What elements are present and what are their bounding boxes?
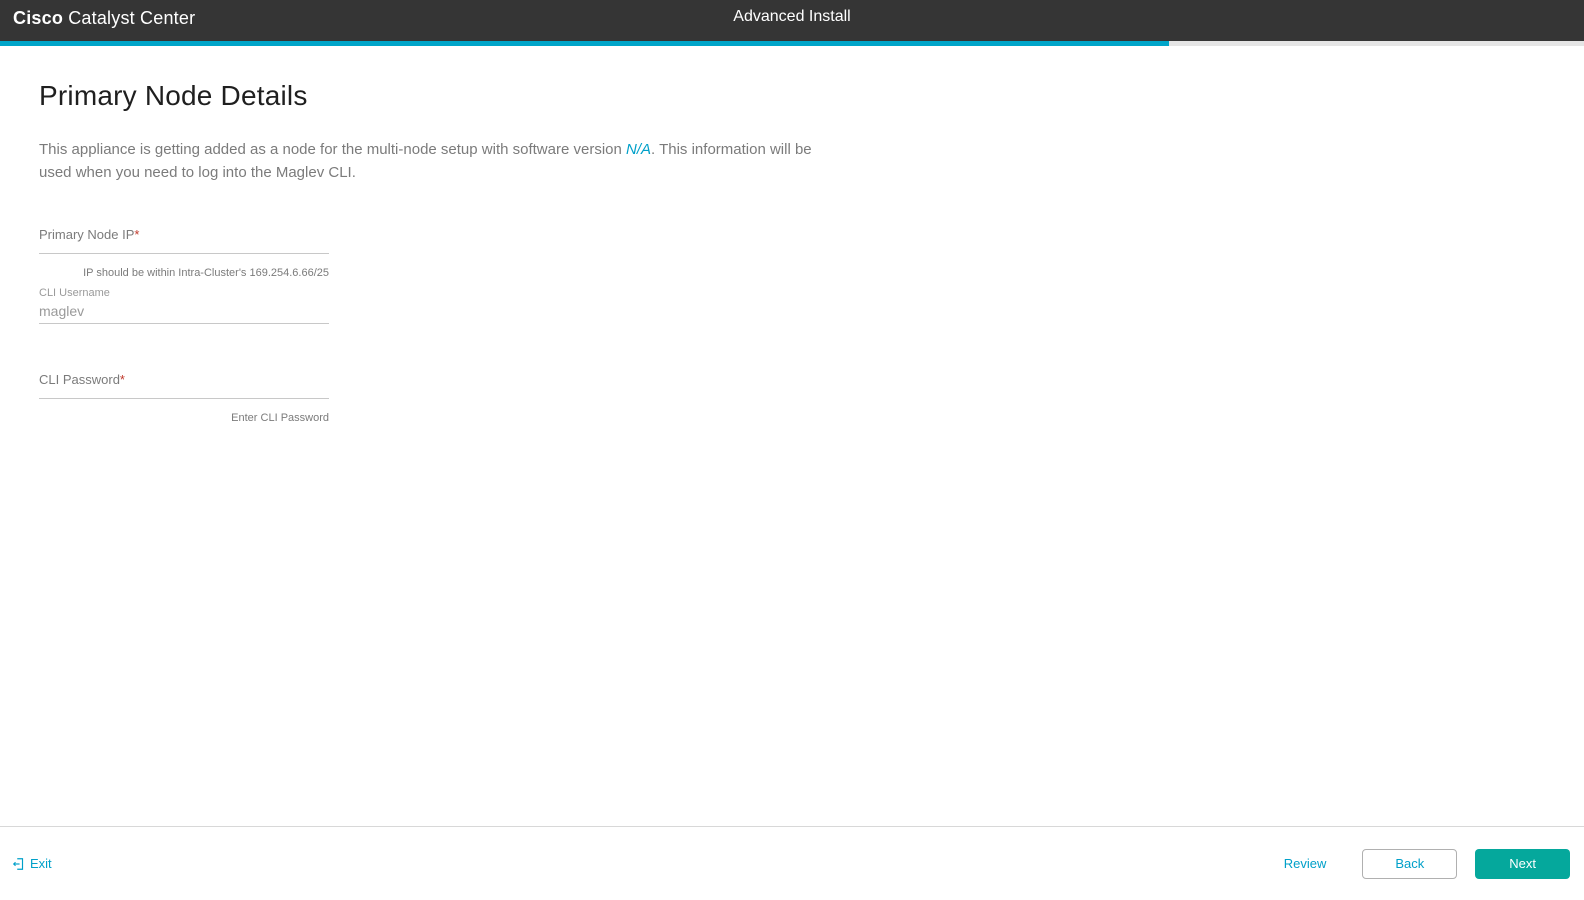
primary-node-ip-label: Primary Node IP* bbox=[39, 227, 329, 242]
cli-username-value: maglev bbox=[39, 303, 329, 324]
progress-fill bbox=[0, 41, 1169, 46]
cli-password-helper: Enter CLI Password bbox=[39, 412, 329, 424]
cli-password-label: CLI Password* bbox=[39, 372, 329, 387]
primary-node-ip-helper: IP should be within Intra-Cluster's 169.… bbox=[39, 267, 329, 279]
next-button[interactable]: Next bbox=[1475, 849, 1570, 879]
required-asterisk: * bbox=[134, 227, 139, 242]
primary-node-ip-input[interactable] bbox=[39, 253, 329, 254]
exit-icon bbox=[12, 857, 26, 871]
review-link[interactable]: Review bbox=[1284, 856, 1327, 871]
cli-username-label: CLI Username bbox=[39, 287, 329, 299]
password-label-text: CLI Password bbox=[39, 372, 120, 387]
footer-bar: Exit Review Back Next bbox=[0, 827, 1584, 900]
field-cli-password: CLI Password* Enter CLI Password bbox=[39, 372, 329, 424]
ip-label-text: Primary Node IP bbox=[39, 227, 134, 242]
header-title: Advanced Install bbox=[0, 8, 1584, 26]
progress-bar bbox=[0, 41, 1584, 46]
desc-pre: This appliance is getting added as a nod… bbox=[39, 141, 626, 158]
exit-label: Exit bbox=[30, 856, 52, 871]
form: Primary Node IP* IP should be within Int… bbox=[39, 227, 329, 424]
required-asterisk: * bbox=[120, 372, 125, 387]
page-description: This appliance is getting added as a nod… bbox=[39, 138, 829, 185]
main-content: Primary Node Details This appliance is g… bbox=[0, 46, 1584, 424]
field-cli-username: CLI Username maglev bbox=[39, 287, 329, 324]
software-version-link[interactable]: N/A bbox=[626, 141, 651, 158]
field-primary-node-ip: Primary Node IP* IP should be within Int… bbox=[39, 227, 329, 279]
cli-password-input[interactable] bbox=[39, 398, 329, 399]
footer-actions: Review Back Next bbox=[1284, 849, 1570, 879]
page-title: Primary Node Details bbox=[39, 80, 1544, 112]
back-button[interactable]: Back bbox=[1362, 849, 1457, 879]
exit-link[interactable]: Exit bbox=[12, 856, 52, 871]
app-header: Cisco Catalyst Center Advanced Install bbox=[0, 0, 1584, 41]
